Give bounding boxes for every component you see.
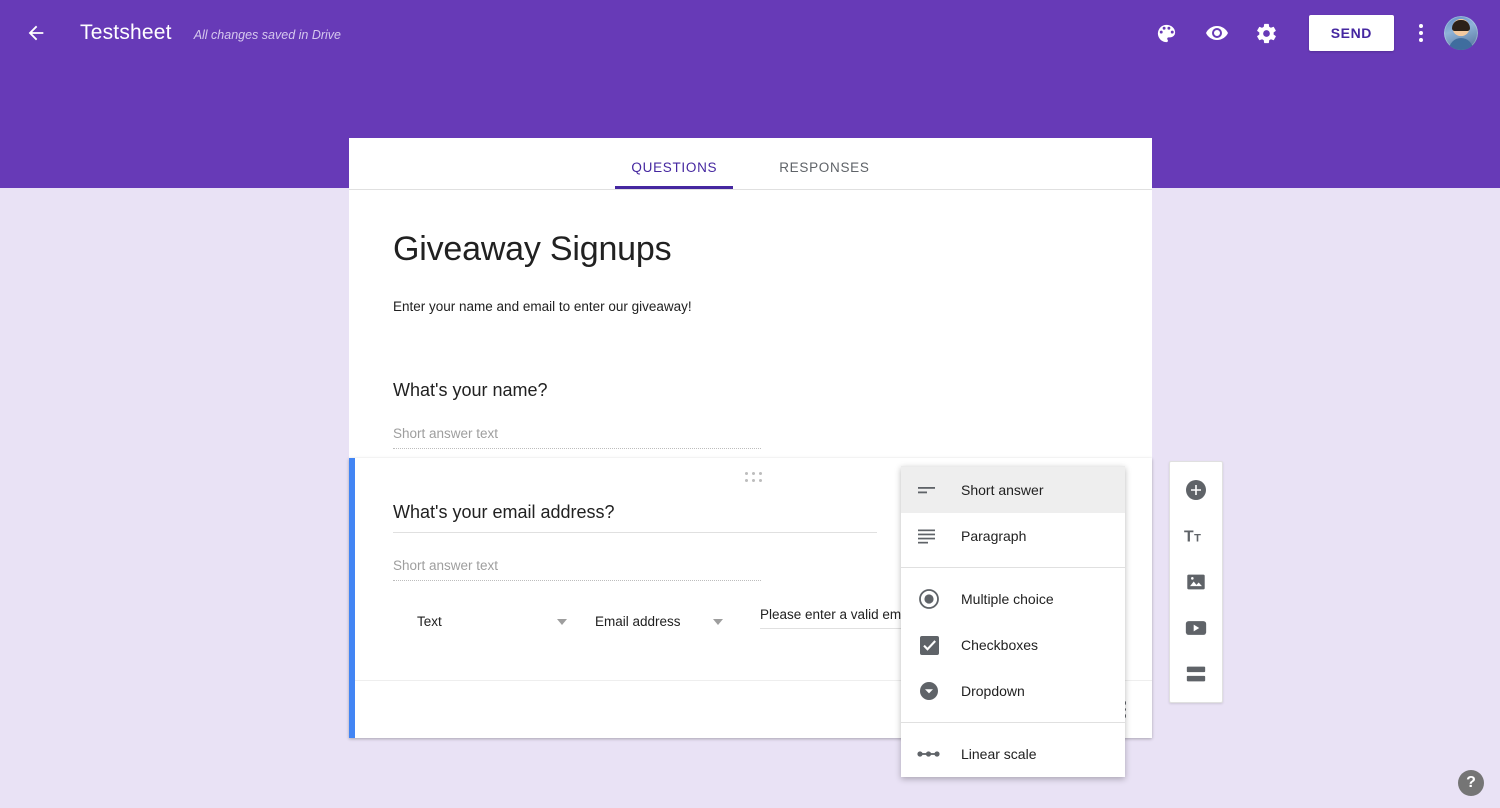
palette-icon (1158, 24, 1176, 42)
title-text-icon: T T (1184, 529, 1201, 546)
form-column: QUESTIONS RESPONSES Giveaway Signups Ent… (349, 138, 1152, 475)
kebab-dot (1419, 38, 1423, 42)
drag-handle[interactable] (744, 472, 763, 482)
form-description[interactable]: Enter your name and email to enter our g… (393, 299, 1108, 314)
add-title-button[interactable]: T T (1182, 522, 1210, 550)
tab-bar: QUESTIONS RESPONSES (349, 138, 1152, 190)
menu-item-label: Dropdown (961, 683, 1025, 699)
page-title[interactable]: Giveaway Signups (393, 230, 1108, 269)
question-title-1[interactable]: What's your name? (393, 380, 1108, 401)
more-options-button[interactable] (1404, 11, 1438, 55)
question-type-menu: Short answer Paragraph Multiple choice C… (901, 466, 1125, 777)
answer-placeholder-1: Short answer text (393, 426, 761, 449)
validation-rule-select[interactable]: Email address (595, 614, 723, 629)
add-item-toolbar: T T (1169, 461, 1223, 703)
menu-item-label: Paragraph (961, 528, 1027, 544)
gear-icon (1257, 23, 1277, 43)
form-card: Giveaway Signups Enter your name and ema… (349, 190, 1152, 475)
validation-type-value: Text (417, 614, 442, 629)
drag-dot (758, 472, 762, 475)
menu-item-paragraph[interactable]: Paragraph (901, 513, 1125, 559)
dropdown-icon (915, 680, 943, 702)
tab-questions[interactable]: QUESTIONS (615, 160, 734, 189)
menu-item-short-answer[interactable]: Short answer (901, 467, 1125, 513)
menu-item-label: Short answer (961, 482, 1044, 498)
arrow-back-icon (28, 25, 44, 41)
linear-scale-icon (915, 748, 943, 760)
help-button[interactable]: ? (1458, 770, 1484, 796)
menu-divider (901, 567, 1125, 568)
checkbox-icon (915, 635, 943, 656)
add-section-button[interactable] (1182, 660, 1210, 688)
video-icon (1185, 621, 1207, 635)
question-card-1[interactable]: What's your name? Short answer text (349, 350, 1152, 475)
menu-item-label: Linear scale (961, 746, 1037, 762)
header-toolbar: Testsheet All changes saved in Drive SEN… (0, 0, 1500, 66)
drag-dot (744, 478, 748, 482)
validation-rule-value: Email address (595, 614, 681, 629)
form-header-block: Giveaway Signups Enter your name and ema… (349, 190, 1152, 350)
settings-button[interactable] (1245, 11, 1289, 55)
menu-item-checkboxes[interactable]: Checkboxes (901, 622, 1125, 668)
chevron-down-icon (713, 618, 723, 625)
answer-placeholder-2: Short answer text (393, 558, 761, 581)
menu-item-label: Checkboxes (961, 637, 1039, 653)
chevron-down-icon (557, 618, 567, 625)
drag-dot (751, 472, 755, 475)
radio-icon (915, 588, 943, 610)
tab-responses[interactable]: RESPONSES (763, 160, 885, 189)
drag-dot (751, 478, 755, 482)
menu-item-dropdown[interactable]: Dropdown (901, 668, 1125, 714)
svg-text:T: T (1184, 529, 1194, 546)
add-image-button[interactable] (1182, 568, 1210, 596)
validation-type-select[interactable]: Text (417, 614, 567, 629)
eye-preview-icon (1205, 26, 1228, 40)
image-icon (1187, 574, 1205, 590)
drag-dot (758, 478, 762, 482)
section-icon (1186, 666, 1206, 682)
svg-text:T: T (1194, 533, 1201, 545)
preview-button[interactable] (1195, 11, 1239, 55)
question-title-2[interactable]: What's your email address? (393, 502, 877, 533)
short-answer-icon (915, 483, 943, 497)
kebab-dot (1419, 24, 1423, 28)
save-status: All changes saved in Drive (193, 27, 341, 42)
paragraph-icon (915, 528, 943, 544)
menu-item-multiple-choice[interactable]: Multiple choice (901, 576, 1125, 622)
send-button[interactable]: SEND (1308, 15, 1394, 51)
drag-dot (744, 472, 748, 475)
menu-item-linear-scale[interactable]: Linear scale (901, 731, 1125, 777)
document-title[interactable]: Testsheet (80, 21, 172, 45)
menu-divider (901, 722, 1125, 723)
back-button[interactable] (12, 9, 60, 57)
add-video-button[interactable] (1182, 614, 1210, 642)
add-question-button[interactable] (1182, 476, 1210, 504)
menu-item-label: Multiple choice (961, 591, 1054, 607)
add-question-icon (1186, 480, 1206, 500)
theme-palette-button[interactable] (1145, 11, 1189, 55)
kebab-dot (1419, 31, 1423, 35)
avatar[interactable] (1444, 16, 1478, 50)
